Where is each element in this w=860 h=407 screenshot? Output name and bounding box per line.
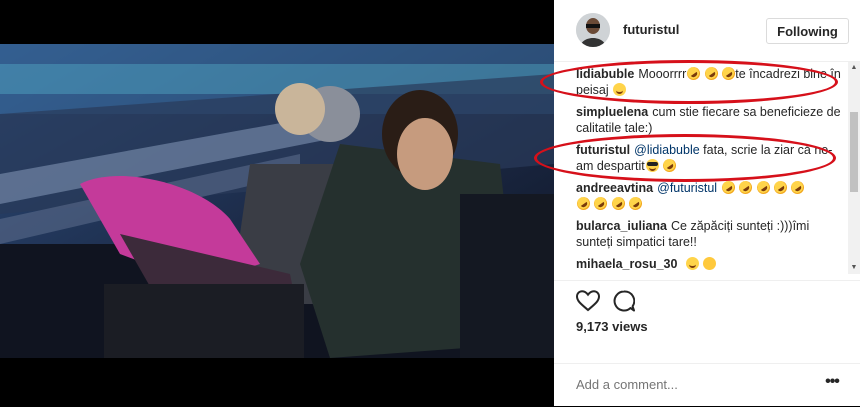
chevron-up-icon[interactable]: ▲ xyxy=(848,62,860,74)
comment-username[interactable]: lidiabuble xyxy=(576,67,634,81)
post-photo-area xyxy=(0,0,554,406)
smile-emoji-icon xyxy=(685,257,699,270)
rofl-emoji-icon xyxy=(753,178,773,197)
comment-item: simpluelena cum stie fiecare sa beneficie… xyxy=(576,104,842,136)
heart-icon[interactable] xyxy=(576,290,600,312)
rofl-emoji-icon xyxy=(626,194,646,213)
comment-item: bularca_iuliana Ce zăpăciți sunteți :)))î… xyxy=(576,218,842,250)
hug-emoji-icon xyxy=(703,257,717,270)
rofl-emoji-icon xyxy=(660,156,679,175)
rofl-emoji-icon xyxy=(736,178,755,197)
rofl-emoji-icon xyxy=(591,194,611,213)
comment-bubble-icon[interactable] xyxy=(613,290,635,312)
view-count: 9,173 views xyxy=(576,319,648,334)
sunglasses-emoji-icon xyxy=(645,159,659,172)
rofl-emoji-icon xyxy=(702,64,721,83)
comment-mention[interactable]: @lidiabuble xyxy=(634,143,700,157)
comments-list: lidiabuble Mooorrrr te încadrezi bine în … xyxy=(554,62,848,274)
comment-text: Mooorrrr xyxy=(638,67,687,81)
rofl-emoji-icon xyxy=(718,178,738,197)
more-options-icon[interactable]: ••• xyxy=(824,374,840,392)
comment-item: mihaela_rosu_30 xyxy=(576,256,842,272)
comment-username[interactable]: simpluelena xyxy=(576,105,648,119)
rofl-emoji-icon xyxy=(574,194,593,213)
smile-emoji-icon xyxy=(613,83,627,96)
comment-username[interactable]: futuristul xyxy=(576,143,630,157)
rofl-emoji-icon xyxy=(609,194,628,213)
scrollbar-thumb[interactable] xyxy=(850,112,858,192)
avatar[interactable] xyxy=(576,13,610,47)
add-comment-bar: ••• xyxy=(554,363,860,407)
post-side-panel: futuristul Following lidiabuble Mooorrrr … xyxy=(534,0,860,407)
following-button[interactable]: Following xyxy=(766,18,849,44)
comment-item: futuristul @lidiabuble fata, scrie la zia… xyxy=(576,142,842,175)
post-header: futuristul Following xyxy=(554,0,860,62)
comment-item: andreeavtina @futuristul xyxy=(574,178,842,213)
comment-username[interactable]: mihaela_rosu_30 xyxy=(576,257,677,271)
add-comment-input[interactable] xyxy=(576,377,816,392)
post-actions: 9,173 views xyxy=(554,280,860,341)
post-author-username[interactable]: futuristul xyxy=(623,22,679,37)
rofl-emoji-icon xyxy=(684,64,703,83)
rofl-emoji-icon xyxy=(788,178,808,197)
comment-item: lidiabuble Mooorrrr te încadrezi bine în … xyxy=(576,64,842,98)
rofl-emoji-icon xyxy=(771,178,790,197)
post-photo[interactable] xyxy=(0,44,554,358)
comments-scrollbar[interactable]: ▲ ▼ xyxy=(848,62,860,274)
comment-username[interactable]: andreeavtina xyxy=(576,181,653,195)
comment-mention[interactable]: @futuristul xyxy=(657,181,717,195)
comment-username[interactable]: bularca_iuliana xyxy=(576,219,667,233)
chevron-down-icon[interactable]: ▼ xyxy=(848,262,860,274)
